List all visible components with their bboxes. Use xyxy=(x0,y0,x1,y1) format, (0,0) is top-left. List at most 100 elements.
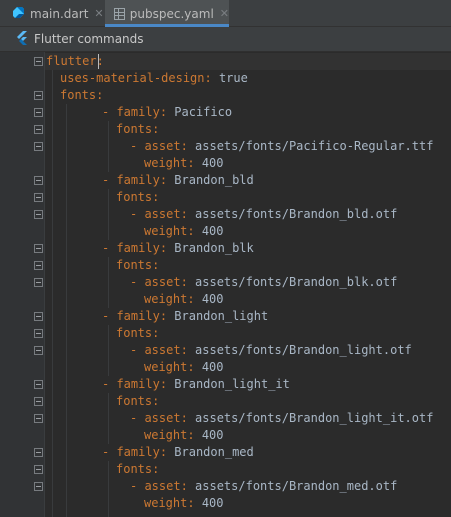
yaml-key: fonts xyxy=(116,326,153,340)
yaml-key: weight xyxy=(144,360,188,374)
code-line: weight: 400 xyxy=(144,359,224,376)
list-dash: - xyxy=(102,445,117,459)
yaml-colon: : xyxy=(187,292,195,306)
close-icon[interactable]: ✕ xyxy=(220,7,229,20)
tab-label: main.dart xyxy=(30,6,89,21)
fold-marker-icon[interactable] xyxy=(34,142,43,151)
code-line: fonts: xyxy=(60,87,103,104)
yaml-value: assets/fonts/Brandon_light_it.otf xyxy=(187,411,434,425)
indent-guide xyxy=(108,121,109,172)
fold-marker-icon[interactable] xyxy=(34,465,43,474)
tab-main-dart[interactable]: main.dart ✕ xyxy=(0,0,104,27)
text-caret xyxy=(97,54,99,69)
fold-marker-icon[interactable] xyxy=(34,312,43,321)
yaml-key: fonts xyxy=(116,462,153,476)
yaml-value: Brandon_light_it xyxy=(167,377,290,391)
list-dash: - xyxy=(130,139,145,153)
fold-marker-icon[interactable] xyxy=(34,380,43,389)
yaml-colon: : xyxy=(204,71,212,85)
yaml-key: weight xyxy=(144,428,188,442)
yaml-key: family xyxy=(116,173,160,187)
yaml-colon: : xyxy=(187,156,195,170)
yaml-colon: : xyxy=(159,241,168,255)
yaml-value: assets/fonts/Brandon_light.otf xyxy=(187,343,412,357)
yaml-value: assets/fonts/Pacifico-Regular.ttf xyxy=(187,139,434,153)
yaml-colon: : xyxy=(187,224,195,238)
code-line: fonts: xyxy=(116,121,159,138)
yaml-colon: : xyxy=(152,394,160,408)
fold-marker-icon[interactable] xyxy=(34,482,43,491)
yaml-key: weight xyxy=(144,156,188,170)
fold-marker-icon[interactable] xyxy=(34,346,43,355)
yaml-colon: : xyxy=(180,275,188,289)
list-dash: - xyxy=(102,377,117,391)
close-icon[interactable]: ✕ xyxy=(94,7,103,20)
yaml-file-icon xyxy=(114,7,125,20)
code-line: - family: Brandon_light xyxy=(102,308,268,325)
yaml-key: fonts xyxy=(116,258,153,272)
code-line: weight: 400 xyxy=(144,223,224,240)
yaml-value: true xyxy=(211,71,248,85)
code-line: - asset: assets/fonts/Brandon_med.otf xyxy=(130,478,397,495)
fold-marker-icon[interactable] xyxy=(34,108,43,117)
fold-marker-icon[interactable] xyxy=(34,244,43,253)
gutter-divider xyxy=(44,52,45,517)
yaml-colon: : xyxy=(180,411,188,425)
list-dash: - xyxy=(102,105,117,119)
yaml-key: family xyxy=(116,309,160,323)
yaml-key: family xyxy=(116,445,160,459)
list-dash: - xyxy=(102,309,117,323)
yaml-key: family xyxy=(116,105,160,119)
indent-guide xyxy=(66,104,67,517)
yaml-value: assets/fonts/Brandon_med.otf xyxy=(187,479,398,493)
yaml-value: Brandon_bld xyxy=(167,173,254,187)
yaml-value: 400 xyxy=(194,224,224,238)
fold-marker-icon[interactable] xyxy=(34,414,43,423)
fold-marker-icon[interactable] xyxy=(34,210,43,219)
fold-marker-icon[interactable] xyxy=(34,397,43,406)
code-editor[interactable]: flutter: uses-material-design: true fonts:… xyxy=(0,52,451,517)
yaml-colon: : xyxy=(152,258,160,272)
code-line: - asset: assets/fonts/Brandon_bld.otf xyxy=(130,206,397,223)
fold-marker-icon[interactable] xyxy=(34,125,43,134)
fold-marker-icon[interactable] xyxy=(34,176,43,185)
yaml-value: Brandon_med xyxy=(167,445,254,459)
list-dash: - xyxy=(102,241,117,255)
yaml-key: fonts xyxy=(60,88,97,102)
yaml-key: weight xyxy=(144,496,188,510)
yaml-key: fonts xyxy=(116,122,153,136)
list-dash: - xyxy=(130,411,145,425)
yaml-key: flutter xyxy=(46,54,97,68)
code-line: fonts: xyxy=(116,461,159,478)
code-line: - family: Brandon_blk xyxy=(102,240,254,257)
list-dash: - xyxy=(102,173,117,187)
fold-marker-icon[interactable] xyxy=(34,329,43,338)
indent-guide xyxy=(108,461,109,517)
yaml-key: asset xyxy=(144,343,181,357)
code-line: fonts: xyxy=(116,189,159,206)
code-line: - family: Pacifico xyxy=(102,104,232,121)
fold-marker-icon[interactable] xyxy=(34,91,43,100)
tab-pubspec-yaml[interactable]: pubspec.yaml ✕ xyxy=(105,0,229,27)
flutter-icon xyxy=(16,30,28,49)
indent-guide xyxy=(108,393,109,444)
yaml-colon: : xyxy=(187,428,195,442)
code-line: weight: 400 xyxy=(144,291,224,308)
yaml-key: asset xyxy=(144,479,181,493)
yaml-key: asset xyxy=(144,275,181,289)
yaml-key: family xyxy=(116,377,160,391)
yaml-colon: : xyxy=(159,173,168,187)
fold-marker-icon[interactable] xyxy=(34,193,43,202)
yaml-colon: : xyxy=(180,343,188,357)
fold-marker-icon[interactable] xyxy=(34,57,43,66)
yaml-colon: : xyxy=(187,360,195,374)
flutter-commands-link[interactable]: Flutter commands xyxy=(34,32,144,46)
code-line: - asset: assets/fonts/Brandon_light_it.o… xyxy=(130,410,433,427)
yaml-colon: : xyxy=(152,462,160,476)
tab-label: pubspec.yaml xyxy=(129,6,214,21)
fold-marker-icon[interactable] xyxy=(34,448,43,457)
fold-marker-icon[interactable] xyxy=(34,278,43,287)
fold-marker-icon[interactable] xyxy=(34,261,43,270)
code-line: fonts: xyxy=(116,325,159,342)
yaml-colon: : xyxy=(152,190,160,204)
